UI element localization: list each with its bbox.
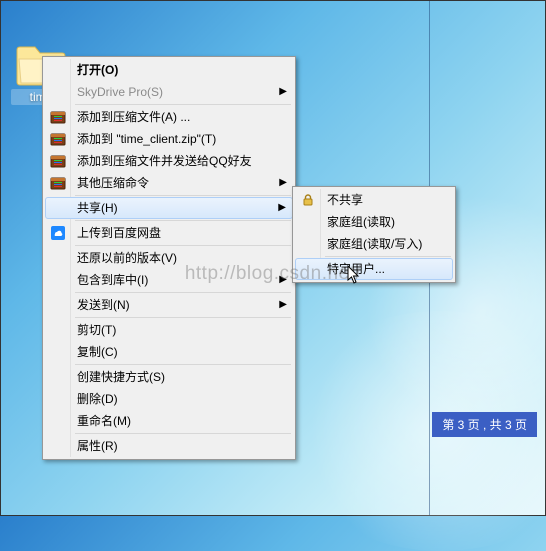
menu-add-zip-label: 添加到 "time_client.zip"(T) [77,132,216,146]
submenu-arrow-icon: ▶ [279,294,287,316]
menu-delete[interactable]: 删除(D) [45,388,293,410]
menu-include-library-label: 包含到库中(I) [77,273,148,287]
context-menu: 打开(O) SkyDrive Pro(S) ▶ 添加到压缩文件(A) ... 添… [42,56,296,460]
menu-other-compress-label: 其他压缩命令 [77,176,149,190]
page-badge: 第 3 页 , 共 3 页 [432,412,537,437]
submenu-homegroup-rw[interactable]: 家庭组(读取/写入) [295,233,453,255]
submenu-homegroup-rw-label: 家庭组(读取/写入) [327,237,422,251]
menu-skydrive[interactable]: SkyDrive Pro(S) ▶ [45,81,293,103]
menu-shortcut-label: 创建快捷方式(S) [77,370,165,384]
menu-add-compress-label: 添加到压缩文件(A) ... [77,110,190,124]
menu-shortcut[interactable]: 创建快捷方式(S) [45,366,293,388]
submenu-arrow-icon: ▶ [279,172,287,194]
menu-properties-label: 属性(R) [77,439,118,453]
submenu-no-share-label: 不共享 [327,193,363,207]
menu-cut[interactable]: 剪切(T) [45,319,293,341]
menu-cut-label: 剪切(T) [77,323,116,337]
menu-copy[interactable]: 复制(C) [45,341,293,363]
menu-delete-label: 删除(D) [77,392,118,406]
submenu-no-share[interactable]: 不共享 [295,189,453,211]
submenu-homegroup-read[interactable]: 家庭组(读取) [295,211,453,233]
menu-send-to[interactable]: 发送到(N) ▶ [45,294,293,316]
menu-add-compress-qq-label: 添加到压缩文件并发送给QQ好友 [77,154,252,168]
menu-send-to-label: 发送到(N) [77,298,130,312]
menu-share-label: 共享(H) [77,201,118,215]
menu-other-compress[interactable]: 其他压缩命令 ▶ [45,172,293,194]
share-submenu: 不共享 家庭组(读取) 家庭组(读取/写入) 特定用户... [292,186,456,283]
menu-open[interactable]: 打开(O) [45,59,293,81]
menu-baidu-upload[interactable]: 上传到百度网盘 [45,222,293,244]
menu-rename[interactable]: 重命名(M) [45,410,293,432]
menu-restore-version-label: 还原以前的版本(V) [77,251,177,265]
lock-icon [299,191,317,209]
menu-add-compress[interactable]: 添加到压缩文件(A) ... [45,106,293,128]
submenu-arrow-icon: ▶ [278,198,286,218]
menu-add-zip[interactable]: 添加到 "time_client.zip"(T) [45,128,293,150]
menu-copy-label: 复制(C) [77,345,118,359]
menu-add-compress-qq[interactable]: 添加到压缩文件并发送给QQ好友 [45,150,293,172]
menu-restore-version[interactable]: 还原以前的版本(V) [45,247,293,269]
submenu-specific-users[interactable]: 特定用户... [295,258,453,280]
menu-include-library[interactable]: 包含到库中(I) ▶ [45,269,293,291]
cloud-icon [49,224,67,242]
menu-share[interactable]: 共享(H) ▶ [45,197,293,219]
submenu-arrow-icon: ▶ [279,81,287,103]
submenu-arrow-icon: ▶ [279,269,287,291]
menu-open-label: 打开(O) [77,63,118,77]
submenu-homegroup-read-label: 家庭组(读取) [327,215,395,229]
menu-skydrive-label: SkyDrive Pro(S) [77,85,163,99]
archive-icon [49,152,67,170]
menu-rename-label: 重命名(M) [77,414,131,428]
menu-properties[interactable]: 属性(R) [45,435,293,457]
archive-icon [49,108,67,126]
archive-icon [49,174,67,192]
submenu-specific-users-label: 特定用户... [327,262,385,276]
menu-baidu-upload-label: 上传到百度网盘 [77,226,161,240]
archive-icon [49,130,67,148]
